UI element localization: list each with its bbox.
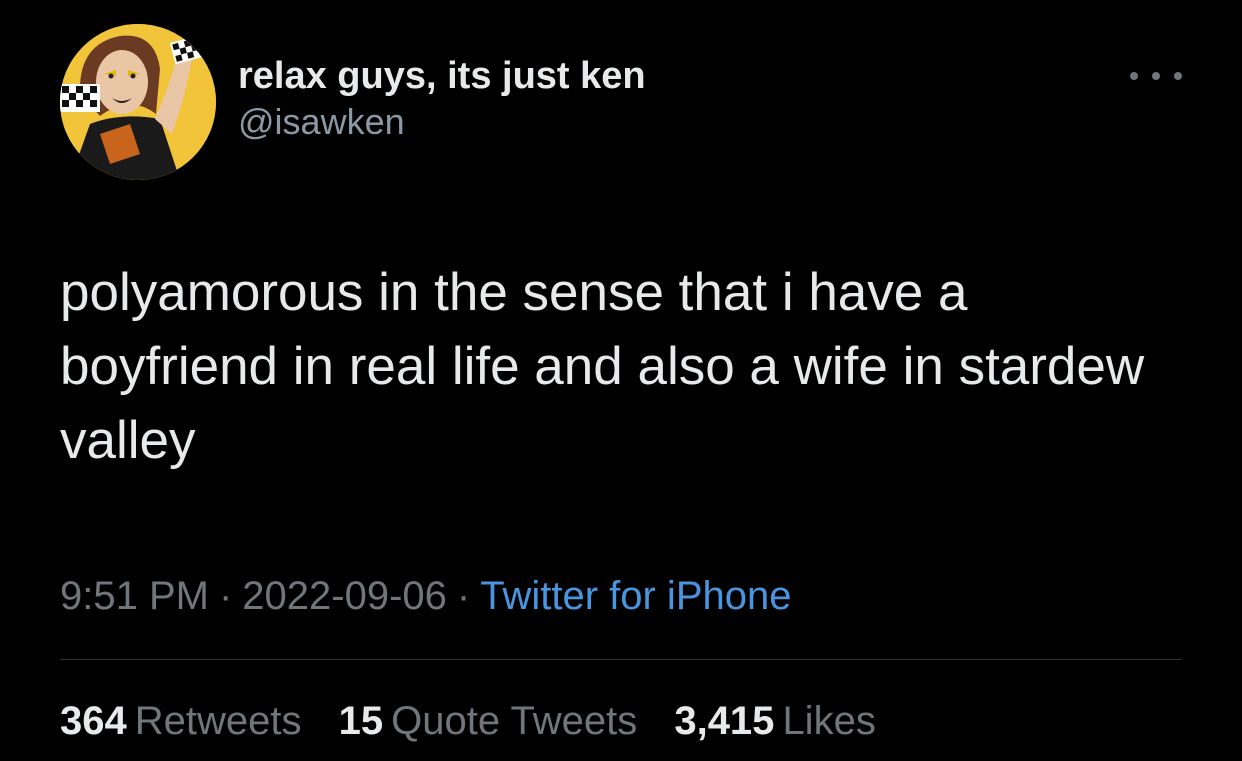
- tweet-date[interactable]: 2022-09-06: [242, 574, 447, 618]
- likes-stat[interactable]: 3,415 Likes: [674, 699, 876, 743]
- more-options-icon[interactable]: [1130, 64, 1182, 88]
- profile-photo-icon: [60, 24, 216, 180]
- author-names: relax guys, its just ken @isawken: [238, 54, 646, 144]
- likes-count: 3,415: [674, 699, 775, 743]
- more-dot: [1130, 72, 1138, 80]
- handle[interactable]: @isawken: [238, 100, 646, 144]
- quote-tweets-label: Quote Tweets: [391, 699, 638, 743]
- more-dot: [1152, 72, 1160, 80]
- meta-separator: ·: [456, 574, 471, 618]
- divider: [60, 659, 1182, 660]
- more-dot: [1174, 72, 1182, 80]
- retweets-label: Retweets: [134, 699, 302, 743]
- meta-separator: ·: [218, 574, 233, 618]
- quote-tweets-stat[interactable]: 15 Quote Tweets: [339, 699, 638, 743]
- tweet-header: relax guys, its just ken @isawken: [60, 24, 1182, 180]
- tweet: relax guys, its just ken @isawken polyam…: [0, 0, 1242, 761]
- tweet-stats: 364 Retweets 15 Quote Tweets 3,415 Likes: [60, 697, 876, 745]
- likes-label: Likes: [782, 699, 876, 743]
- tweet-time[interactable]: 9:51 PM: [60, 574, 209, 618]
- tweet-meta: 9:51 PM · 2022-09-06 · Twitter for iPhone: [60, 572, 791, 620]
- tweet-source-link[interactable]: Twitter for iPhone: [480, 574, 791, 618]
- display-name[interactable]: relax guys, its just ken: [238, 54, 646, 98]
- avatar[interactable]: [60, 24, 216, 180]
- tweet-text: polyamorous in the sense that i have a b…: [60, 263, 1145, 470]
- retweets-stat[interactable]: 364 Retweets: [60, 699, 302, 743]
- retweets-count: 364: [60, 699, 127, 743]
- quote-tweets-count: 15: [338, 699, 384, 743]
